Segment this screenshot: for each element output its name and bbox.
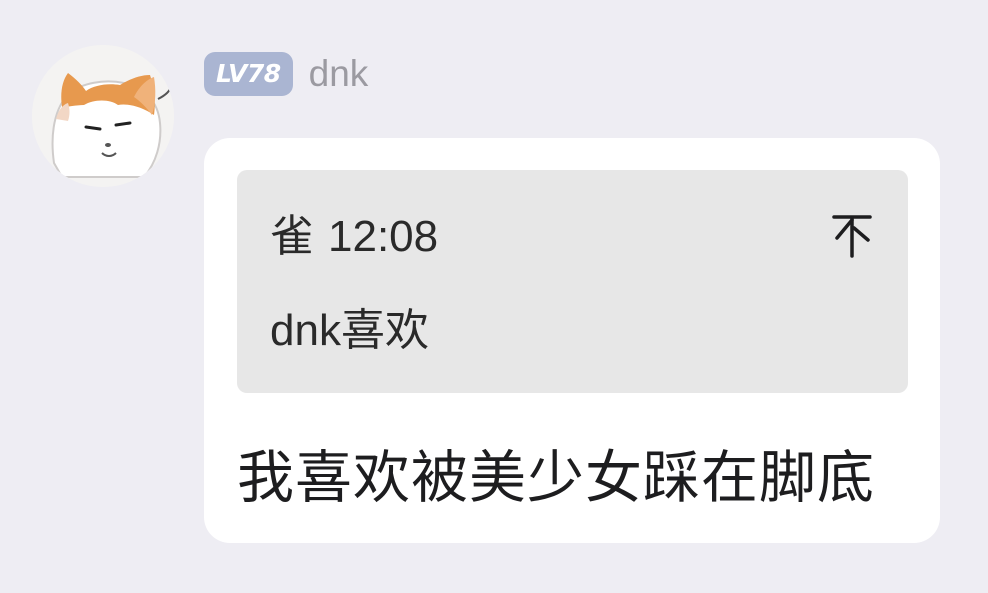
username[interactable]: dnk: [309, 53, 369, 95]
level-badge: LV78: [204, 52, 293, 96]
message-bubble[interactable]: 雀 12:08 dnk喜欢 我喜欢被美少女踩在脚底: [204, 138, 940, 543]
quoted-message-card[interactable]: 雀 12:08 dnk喜欢: [237, 170, 908, 393]
user-header: LV78 dnk: [204, 50, 368, 98]
quoted-text: dnk喜欢: [270, 306, 429, 355]
avatar[interactable]: [32, 45, 174, 187]
cat-avatar-icon: [32, 45, 174, 187]
quote-time: 12:08: [328, 212, 439, 261]
quote-header: 雀 12:08: [270, 212, 438, 262]
pin-to-top-icon[interactable]: [832, 214, 872, 258]
message-text: 我喜欢被美少女踩在脚底: [237, 445, 875, 511]
sparrow-char-icon: 雀: [270, 212, 314, 261]
